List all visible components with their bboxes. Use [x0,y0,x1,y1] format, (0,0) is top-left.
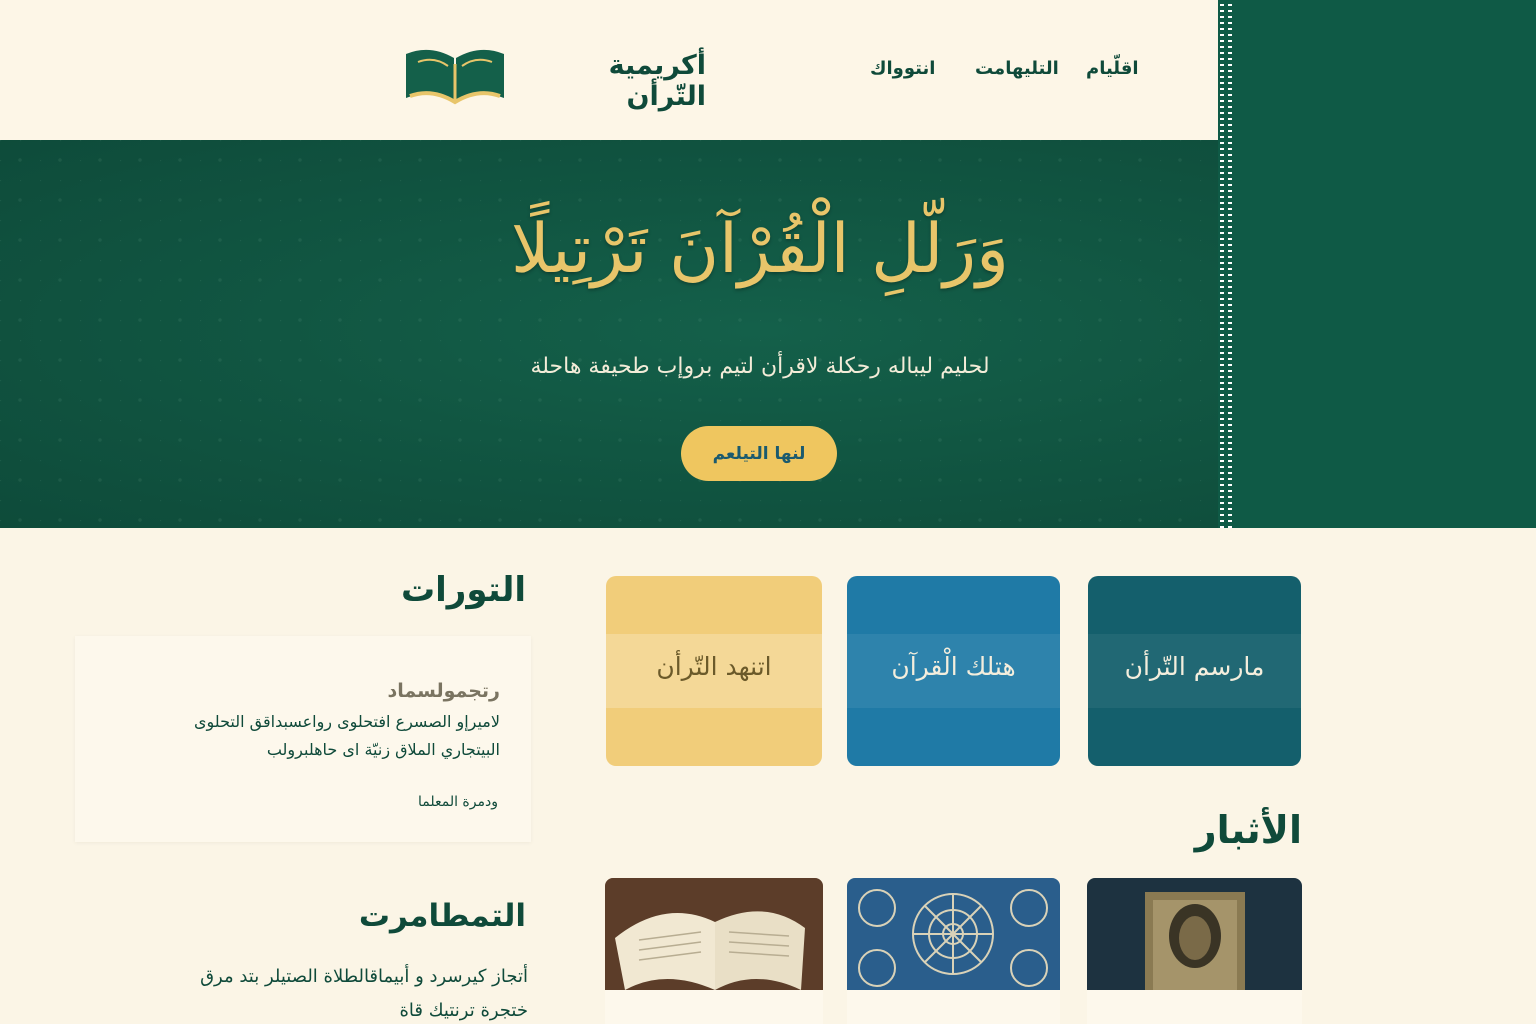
nav-item-1[interactable]: اقلّيام [1086,58,1139,79]
course-description-line: لاميرإو الصسرع افتحلوى رواعسبداقق التحلو… [194,712,500,731]
category-card-1[interactable]: مارسم التّرأن [1088,576,1301,766]
side-panel [1234,0,1536,528]
category-label: مارسم التّرأن [1124,652,1265,681]
course-more-link[interactable]: ودمرة المعلما [418,794,498,810]
hero-section: وَرَلّلِ الْقُرْآنَ تَرْتِيلًا لحليم ليب… [0,140,1218,528]
hero-title: وَرَلّلِ الْقُرْآنَ تَرْتِيلًا [511,210,1009,289]
hero-pattern [0,140,1218,528]
brand-name[interactable]: أكريمية التّرأن [528,50,706,112]
events-text-line: ختجرة ترنتيك قاة [399,1000,529,1021]
nav-item-3[interactable]: انتوواك [870,58,935,79]
news-card-1[interactable] [1087,878,1302,1024]
news-card-2[interactable] [847,878,1060,1024]
category-label: اتنهد التّرأن [656,652,772,681]
open-book-icon[interactable] [404,44,506,106]
nav-item-2[interactable]: التليهامت [975,58,1059,79]
start-learning-button[interactable]: لنها التيلعم [681,426,837,481]
open-book-image [605,878,823,990]
events-heading: التمطامرت [358,898,526,934]
ornamental-border [1218,0,1234,528]
category-label: هتلك الْقرآن [891,652,1016,681]
events-text-line: أتجاز كيرسرد و أبيماقالطلاة الصتيلر بتد … [200,966,528,987]
news-heading: الأثبار [1194,808,1302,852]
courses-heading: التورات [400,570,526,610]
portrait-frame-image [1087,878,1302,990]
category-card-3[interactable]: اتنهد التّرأن [606,576,822,766]
course-card[interactable]: رتجمولسماد لاميرإو الصسرع افتحلوى رواعسب… [75,636,531,842]
hero-subtitle: لحليم ليباله رحكلة لاقرأن لتيم بروإب طحي… [530,354,990,379]
site-header: أكريمية التّرأن اقلّيام التليهامت انتووا… [0,0,1218,140]
news-card-3[interactable] [605,878,823,1024]
arabesque-pattern-image [847,878,1060,990]
course-title: رتجمولسماد [387,680,500,702]
category-card-2[interactable]: هتلك الْقرآن [847,576,1060,766]
course-description-line: البيتجاري الملاق زنيّة اى حاهلبرولب [266,740,500,759]
